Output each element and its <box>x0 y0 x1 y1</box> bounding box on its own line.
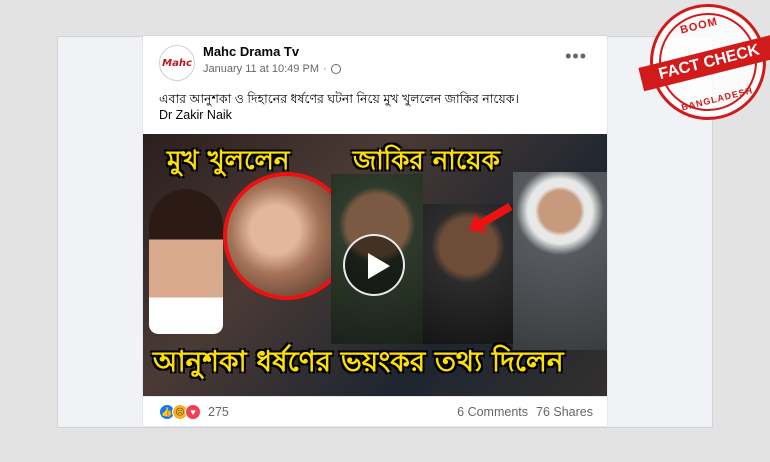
meta-separator: · <box>322 63 327 75</box>
thumbnail-headline-bottom: আনুশকা ধর্ষণের ভয়ংকর তথ্য দিলেন <box>153 345 564 378</box>
shares-link[interactable]: 76 Shares <box>536 405 593 419</box>
avatar-logo-text: Mahc <box>162 57 192 69</box>
love-reaction-icon: ♥ <box>185 404 201 420</box>
zakir-naik-image <box>513 172 607 350</box>
engagement-stats: 6 Comments 76 Shares <box>457 405 593 419</box>
video-thumbnail[interactable]: মুখ খুললেন জাকির নায়েক আনুশকা ধর্ষণের ভ… <box>143 134 607 396</box>
reaction-count: 275 <box>208 405 229 419</box>
post-text-line: Dr Zakir Naik <box>159 108 232 122</box>
play-icon[interactable] <box>343 234 405 296</box>
page-avatar[interactable]: Mahc <box>159 45 195 81</box>
post-timestamp[interactable]: January 11 at 10:49 PM <box>203 63 319 75</box>
reactions-summary[interactable]: 👍 ☹ ♥ 275 <box>159 404 229 420</box>
more-options-button[interactable]: ••• <box>565 46 587 67</box>
post-text-line: এবার আনুশকা ও দিহানের ধর্ষণের ঘটনা নিয়ে… <box>159 92 519 106</box>
woman-portrait-image <box>149 189 223 334</box>
thumbnail-headline-right: জাকির নায়েক <box>353 146 500 176</box>
post-footer: 👍 ☹ ♥ 275 6 Comments 76 Shares <box>143 396 607 427</box>
thumbnail-headline-left: মুখ খুললেন <box>167 146 290 176</box>
post-meta: January 11 at 10:49 PM · <box>203 63 341 75</box>
globe-icon[interactable] <box>330 64 341 74</box>
facebook-post: Mahc Mahc Drama Tv January 11 at 10:49 P… <box>143 36 607 426</box>
post-text: এবার আনুশকা ও দিহানের ধর্ষণের ঘটনা নিয়ে… <box>159 91 599 123</box>
page-name-link[interactable]: Mahc Drama Tv <box>203 44 299 59</box>
comments-link[interactable]: 6 Comments <box>457 405 528 419</box>
